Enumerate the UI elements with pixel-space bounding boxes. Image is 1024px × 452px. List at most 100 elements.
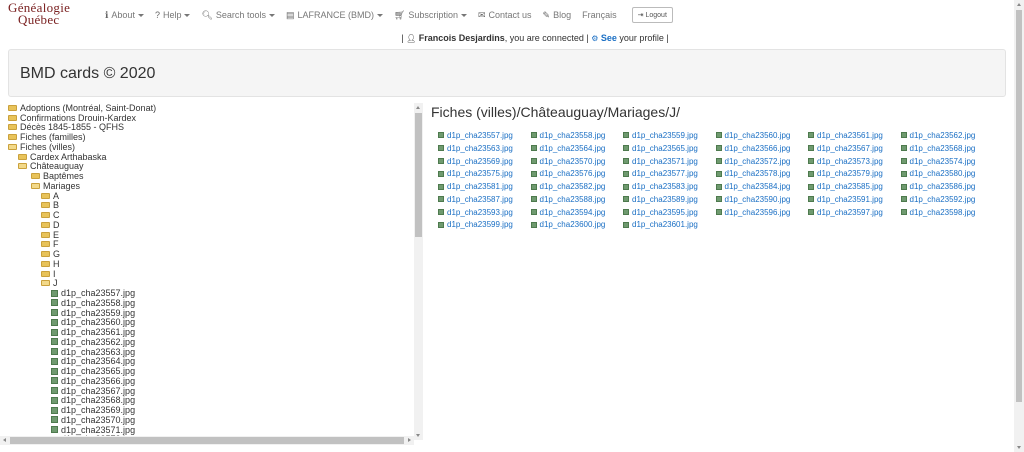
tree-folder-item[interactable]: Châteauguay bbox=[0, 161, 424, 171]
see-profile-link[interactable]: See bbox=[601, 33, 617, 43]
tree-file-item[interactable]: d1p_cha23560.jpg bbox=[0, 317, 424, 327]
scroll-up-arrow-icon[interactable] bbox=[416, 106, 420, 109]
tree-folder-item[interactable]: Fiches (familles) bbox=[0, 132, 424, 142]
tree-scroll-thumb[interactable] bbox=[415, 113, 422, 237]
nav-subscription[interactable]: 🛒︎ Subscription bbox=[394, 10, 467, 21]
file-link[interactable]: d1p_cha23594.jpg bbox=[524, 206, 617, 219]
page-scroll-down-icon[interactable] bbox=[1016, 446, 1021, 449]
site-logo[interactable]: Généalogie Québec bbox=[8, 1, 98, 28]
file-link[interactable]: d1p_cha23596.jpg bbox=[709, 206, 802, 219]
page-scroll-up-icon[interactable] bbox=[1016, 3, 1021, 6]
tree-folder-item[interactable]: Baptêmes bbox=[0, 171, 424, 181]
nav-contact[interactable]: ✉ Contact us bbox=[478, 10, 532, 21]
file-link[interactable]: d1p_cha23597.jpg bbox=[801, 206, 894, 219]
tree-folder-item[interactable]: Confirmations Drouin-Kardex bbox=[0, 113, 424, 123]
file-link[interactable]: d1p_cha23563.jpg bbox=[431, 142, 524, 155]
page-scroll-thumb[interactable] bbox=[1016, 10, 1022, 402]
file-link[interactable]: d1p_cha23587.jpg bbox=[431, 193, 524, 206]
file-link[interactable]: d1p_cha23580.jpg bbox=[894, 167, 987, 180]
tree-file-item[interactable]: d1p_cha23565.jpg bbox=[0, 366, 424, 376]
nav-search-tools[interactable]: 🔍︎ Search tools bbox=[201, 10, 275, 21]
tree-folder-item[interactable]: G bbox=[0, 249, 424, 259]
file-link[interactable]: d1p_cha23559.jpg bbox=[616, 129, 709, 142]
file-link[interactable]: d1p_cha23558.jpg bbox=[524, 129, 617, 142]
tree-folder-item[interactable]: D bbox=[0, 220, 424, 230]
tree-file-item[interactable]: d1p_cha23567.jpg bbox=[0, 386, 424, 396]
file-link[interactable]: d1p_cha23579.jpg bbox=[801, 167, 894, 180]
nav-blog[interactable]: ✎ Blog bbox=[543, 10, 572, 21]
page-vertical-scrollbar[interactable] bbox=[1014, 0, 1024, 452]
file-link[interactable]: d1p_cha23576.jpg bbox=[524, 167, 617, 180]
tree-folder-item[interactable]: A bbox=[0, 191, 424, 201]
file-link[interactable]: d1p_cha23599.jpg bbox=[431, 219, 524, 232]
file-link[interactable]: d1p_cha23575.jpg bbox=[431, 167, 524, 180]
file-link[interactable]: d1p_cha23593.jpg bbox=[431, 206, 524, 219]
file-link[interactable]: d1p_cha23567.jpg bbox=[801, 142, 894, 155]
tree-file-item[interactable]: d1p_cha23564.jpg bbox=[0, 356, 424, 366]
file-link[interactable]: d1p_cha23589.jpg bbox=[616, 193, 709, 206]
file-link[interactable]: d1p_cha23561.jpg bbox=[801, 129, 894, 142]
tree-file-item[interactable]: d1p_cha23568.jpg bbox=[0, 395, 424, 405]
tree-file-item[interactable]: d1p_cha23570.jpg bbox=[0, 415, 424, 425]
file-link[interactable]: d1p_cha23590.jpg bbox=[709, 193, 802, 206]
file-link[interactable]: d1p_cha23571.jpg bbox=[616, 155, 709, 168]
file-link[interactable]: d1p_cha23583.jpg bbox=[616, 180, 709, 193]
tree-file-item[interactable]: d1p_cha23557.jpg bbox=[0, 288, 424, 298]
nav-about[interactable]: ℹ About bbox=[105, 10, 144, 21]
tree-file-item[interactable]: d1p_cha23571.jpg bbox=[0, 425, 424, 435]
nav-lafrance[interactable]: ▤ LAFRANCE (BMD) bbox=[286, 10, 383, 21]
file-link[interactable]: d1p_cha23582.jpg bbox=[524, 180, 617, 193]
file-link[interactable]: d1p_cha23592.jpg bbox=[894, 193, 987, 206]
tree-file-item[interactable]: d1p_cha23561.jpg bbox=[0, 327, 424, 337]
file-link[interactable]: d1p_cha23598.jpg bbox=[894, 206, 987, 219]
scroll-down-arrow-icon[interactable] bbox=[416, 434, 420, 437]
tree-folder-item[interactable]: Mariages bbox=[0, 181, 424, 191]
tree-file-item[interactable]: d1p_cha23559.jpg bbox=[0, 308, 424, 318]
file-link[interactable]: d1p_cha23566.jpg bbox=[709, 142, 802, 155]
scroll-right-arrow-icon[interactable] bbox=[408, 438, 411, 442]
file-link[interactable]: d1p_cha23578.jpg bbox=[709, 167, 802, 180]
tree-file-item[interactable]: d1p_cha23563.jpg bbox=[0, 347, 424, 357]
scroll-left-arrow-icon[interactable] bbox=[3, 438, 6, 442]
file-link[interactable]: d1p_cha23570.jpg bbox=[524, 155, 617, 168]
tree-folder-item[interactable]: B bbox=[0, 200, 424, 210]
tree-folder-item[interactable]: C bbox=[0, 210, 424, 220]
file-link[interactable]: d1p_cha23562.jpg bbox=[894, 129, 987, 142]
nav-language[interactable]: Français bbox=[582, 10, 617, 20]
tree-folder-item[interactable]: J bbox=[0, 278, 424, 288]
nav-help[interactable]: ? Help bbox=[155, 10, 191, 20]
tree-vertical-scrollbar[interactable] bbox=[414, 103, 423, 440]
file-link[interactable]: d1p_cha23569.jpg bbox=[431, 155, 524, 168]
file-link[interactable]: d1p_cha23586.jpg bbox=[894, 180, 987, 193]
tree-file-item[interactable]: d1p_cha23558.jpg bbox=[0, 298, 424, 308]
file-link[interactable]: d1p_cha23595.jpg bbox=[616, 206, 709, 219]
file-link[interactable]: d1p_cha23591.jpg bbox=[801, 193, 894, 206]
file-link[interactable]: d1p_cha23557.jpg bbox=[431, 129, 524, 142]
tree-horizontal-scrollbar[interactable] bbox=[0, 436, 414, 445]
logout-button[interactable]: ⇥ Logout bbox=[631, 7, 673, 23]
tree-file-item[interactable]: d1p_cha23562.jpg bbox=[0, 337, 424, 347]
file-link[interactable]: d1p_cha23577.jpg bbox=[616, 167, 709, 180]
tree-folder-item[interactable]: Adoptions (Montréal, Saint-Donat) bbox=[0, 103, 424, 113]
file-link[interactable]: d1p_cha23585.jpg bbox=[801, 180, 894, 193]
tree-folder-item[interactable]: F bbox=[0, 239, 424, 249]
file-link[interactable]: d1p_cha23568.jpg bbox=[894, 142, 987, 155]
file-link[interactable]: d1p_cha23574.jpg bbox=[894, 155, 987, 168]
file-link[interactable]: d1p_cha23564.jpg bbox=[524, 142, 617, 155]
file-link[interactable]: d1p_cha23565.jpg bbox=[616, 142, 709, 155]
tree-hscroll-thumb[interactable] bbox=[10, 437, 404, 444]
tree-folder-item[interactable]: H bbox=[0, 259, 424, 269]
tree-folder-item[interactable]: Décès 1845-1855 - QFHS bbox=[0, 122, 424, 132]
file-link[interactable]: d1p_cha23573.jpg bbox=[801, 155, 894, 168]
file-link[interactable]: d1p_cha23560.jpg bbox=[709, 129, 802, 142]
tree-file-item[interactable]: d1p_cha23569.jpg bbox=[0, 405, 424, 415]
tree-file-item[interactable]: d1p_cha23566.jpg bbox=[0, 376, 424, 386]
file-link[interactable]: d1p_cha23572.jpg bbox=[709, 155, 802, 168]
tree-folder-item[interactable]: E bbox=[0, 230, 424, 240]
file-link[interactable]: d1p_cha23600.jpg bbox=[524, 219, 617, 232]
file-link[interactable]: d1p_cha23584.jpg bbox=[709, 180, 802, 193]
file-link[interactable]: d1p_cha23588.jpg bbox=[524, 193, 617, 206]
file-link[interactable]: d1p_cha23581.jpg bbox=[431, 180, 524, 193]
tree-folder-item[interactable]: I bbox=[0, 269, 424, 279]
tree-folder-item[interactable]: Fiches (villes) bbox=[0, 142, 424, 152]
